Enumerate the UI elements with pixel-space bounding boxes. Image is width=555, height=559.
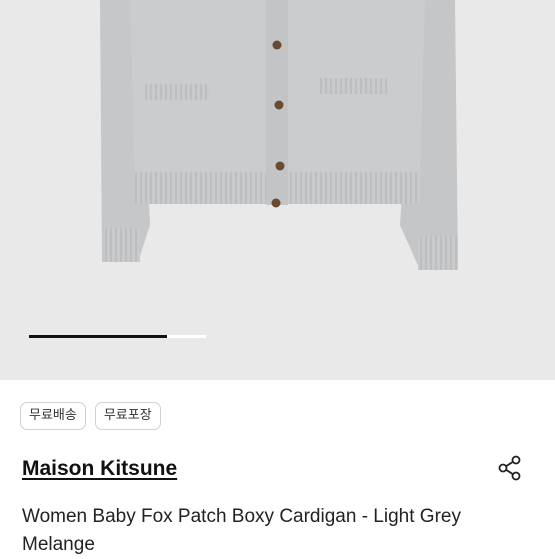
button-4: [271, 198, 281, 208]
left-cuff: [104, 228, 140, 262]
gallery-progress-fill: [29, 335, 168, 338]
button-3: [275, 161, 285, 171]
tag-free-wrapping: 무료포장: [94, 402, 161, 430]
button-1: [272, 40, 282, 50]
tag-list: 무료배송 무료포장: [20, 402, 161, 430]
brand-name[interactable]: Maison Kitsune: [22, 457, 177, 481]
right-pocket: [320, 78, 388, 94]
tag-free-shipping: 무료배송: [20, 402, 86, 430]
product-title: Women Baby Fox Patch Boxy Cardigan - Lig…: [22, 506, 461, 555]
product-image-gallery[interactable]: [0, 0, 555, 380]
gallery-progress-track: [29, 335, 206, 338]
share-icon[interactable]: [496, 454, 524, 482]
left-pocket: [145, 84, 210, 100]
button-2: [274, 100, 284, 110]
product-image: [100, 0, 458, 270]
right-cuff: [418, 236, 458, 270]
